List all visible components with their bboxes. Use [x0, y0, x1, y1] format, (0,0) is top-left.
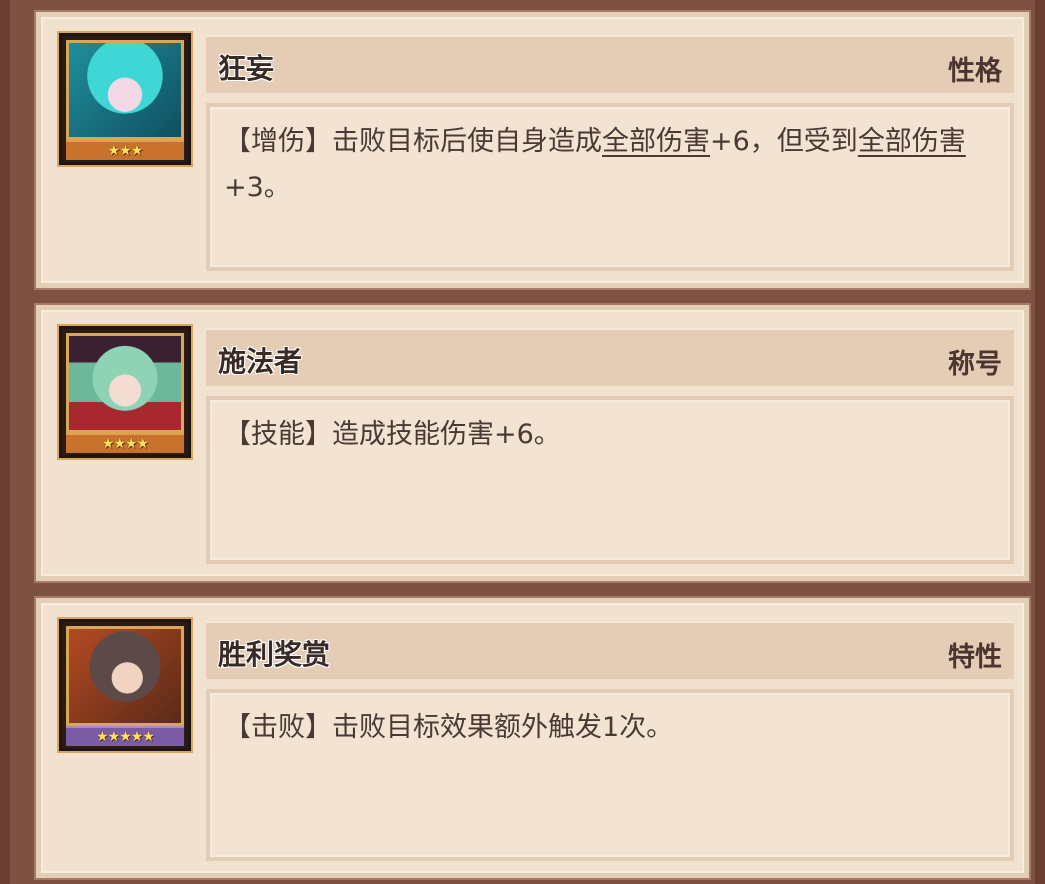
trait-name: 胜利奖赏: [218, 638, 331, 671]
trait-type: 特性: [948, 642, 1002, 673]
description-box: 【增伤】击败目标后使自身造成全部伤害+6，但受到全部伤害+3。: [206, 103, 1014, 271]
trait-type: 性格: [948, 56, 1002, 87]
desc-text: +3。: [224, 172, 291, 203]
trait-name: 狂妄: [218, 52, 275, 85]
trait-card[interactable]: ★★★★★ 胜利奖赏 特性 【击败】击败目标效果额外触发1次。: [36, 598, 1029, 878]
description-box: 【技能】造成技能伤害+6。: [206, 396, 1014, 564]
character-art: [69, 336, 181, 430]
star-rating: ★★★★: [66, 433, 184, 453]
star-rating: ★★★: [66, 140, 184, 160]
card-header: 狂妄 性格: [206, 35, 1014, 93]
star-rating: ★★★★★: [66, 726, 184, 746]
character-art: [69, 43, 181, 137]
card-header: 胜利奖赏 特性: [206, 621, 1014, 679]
trait-description: 【击败】击败目标效果额外触发1次。: [224, 705, 996, 751]
trait-card[interactable]: ★★★ 狂妄 性格 【增伤】击败目标后使自身造成全部伤害+6，但受到全部伤害+3…: [36, 12, 1029, 288]
desc-text: 【增伤】击败目标后使自身造成: [224, 126, 602, 157]
trait-description: 【技能】造成技能伤害+6。: [224, 412, 996, 458]
trait-card[interactable]: ★★★★ 施法者 称号 【技能】造成技能伤害+6。: [36, 305, 1029, 581]
description-box: 【击败】击败目标效果额外触发1次。: [206, 689, 1014, 861]
desc-text: 【击败】击败目标效果额外触发1次。: [224, 712, 674, 743]
keyword-link[interactable]: 全部伤害: [602, 126, 710, 157]
desc-text: +6，但受到: [710, 126, 858, 157]
trait-type: 称号: [948, 349, 1002, 380]
panel-frame: ★★★ 狂妄 性格 【增伤】击败目标后使自身造成全部伤害+6，但受到全部伤害+3…: [0, 0, 1045, 884]
character-portrait: ★★★: [59, 33, 191, 165]
trait-description: 【增伤】击败目标后使自身造成全部伤害+6，但受到全部伤害+3。: [224, 119, 996, 211]
character-portrait: ★★★★: [59, 326, 191, 458]
desc-text: 【技能】造成技能伤害+6。: [224, 419, 561, 450]
trait-name: 施法者: [218, 345, 303, 378]
character-art: [69, 629, 181, 723]
card-header: 施法者 称号: [206, 328, 1014, 386]
keyword-link[interactable]: 全部伤害: [858, 126, 966, 157]
character-portrait: ★★★★★: [59, 619, 191, 751]
